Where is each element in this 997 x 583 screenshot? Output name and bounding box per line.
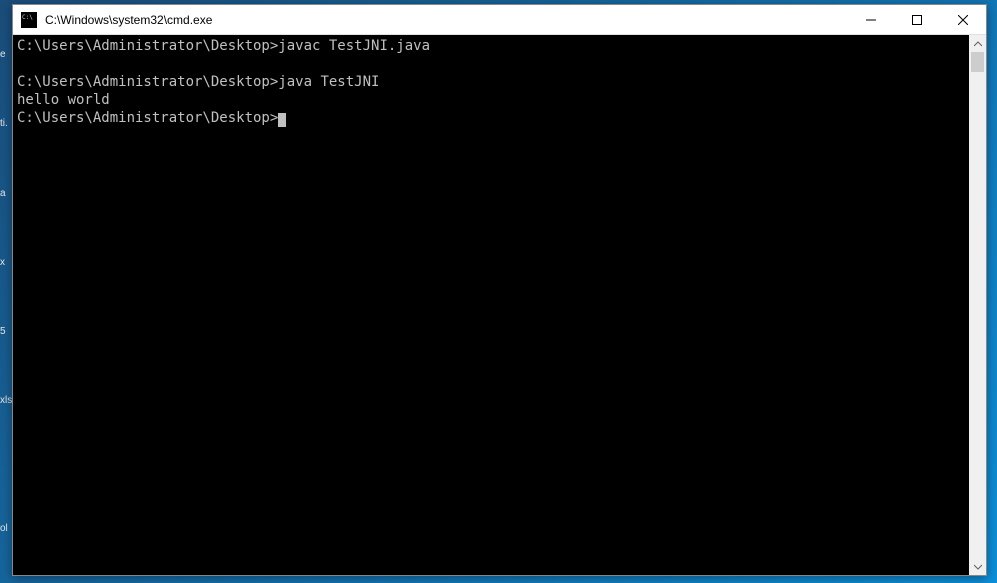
desktop-edge-hints: e ti. a x 5 xls ol <box>0 0 12 583</box>
chevron-up-icon <box>974 40 982 48</box>
scroll-up-button[interactable] <box>969 35 986 52</box>
terminal-line: hello world <box>17 91 965 109</box>
edge-hint: a <box>0 188 12 199</box>
scroll-thumb[interactable] <box>971 52 984 72</box>
prompt: C:\Users\Administrator\Desktop> <box>17 38 278 54</box>
command-text: javac TestJNI.java <box>278 38 430 54</box>
minimize-button[interactable] <box>848 5 894 34</box>
window-controls <box>848 5 986 34</box>
window-title: C:\Windows\system32\cmd.exe <box>45 13 848 27</box>
close-button[interactable] <box>940 5 986 34</box>
terminal-line: C:\Users\Administrator\Desktop> <box>17 109 965 127</box>
scroll-track[interactable] <box>969 52 986 558</box>
close-icon <box>958 15 968 25</box>
edge-hint: 5 <box>0 326 12 337</box>
edge-hint: x <box>0 257 12 268</box>
terminal-line: C:\Users\Administrator\Desktop>java Test… <box>17 73 965 91</box>
vertical-scrollbar <box>969 35 986 575</box>
maximize-icon <box>912 15 922 25</box>
scroll-down-button[interactable] <box>969 558 986 575</box>
cmd-window: C:\Windows\system32\cmd.exe C:\Users\ <box>12 4 987 576</box>
maximize-button[interactable] <box>894 5 940 34</box>
edge-hint: ol <box>0 523 12 534</box>
titlebar[interactable]: C:\Windows\system32\cmd.exe <box>13 5 986 35</box>
cmd-icon <box>21 12 37 28</box>
prompt: C:\Users\Administrator\Desktop> <box>17 74 278 90</box>
terminal-output[interactable]: C:\Users\Administrator\Desktop>javac Tes… <box>13 35 969 575</box>
command-text: java TestJNI <box>278 74 379 90</box>
terminal-line: C:\Users\Administrator\Desktop>javac Tes… <box>17 37 965 55</box>
edge-hint: xls <box>0 395 12 406</box>
cursor <box>278 113 286 127</box>
command-text: hello world <box>17 92 110 108</box>
content-area: C:\Users\Administrator\Desktop>javac Tes… <box>13 35 986 575</box>
chevron-down-icon <box>974 563 982 571</box>
terminal-line <box>17 55 965 73</box>
edge-hint: e <box>0 49 12 60</box>
prompt: C:\Users\Administrator\Desktop> <box>17 110 278 126</box>
edge-hint: ti. <box>0 118 12 129</box>
minimize-icon <box>866 15 876 25</box>
